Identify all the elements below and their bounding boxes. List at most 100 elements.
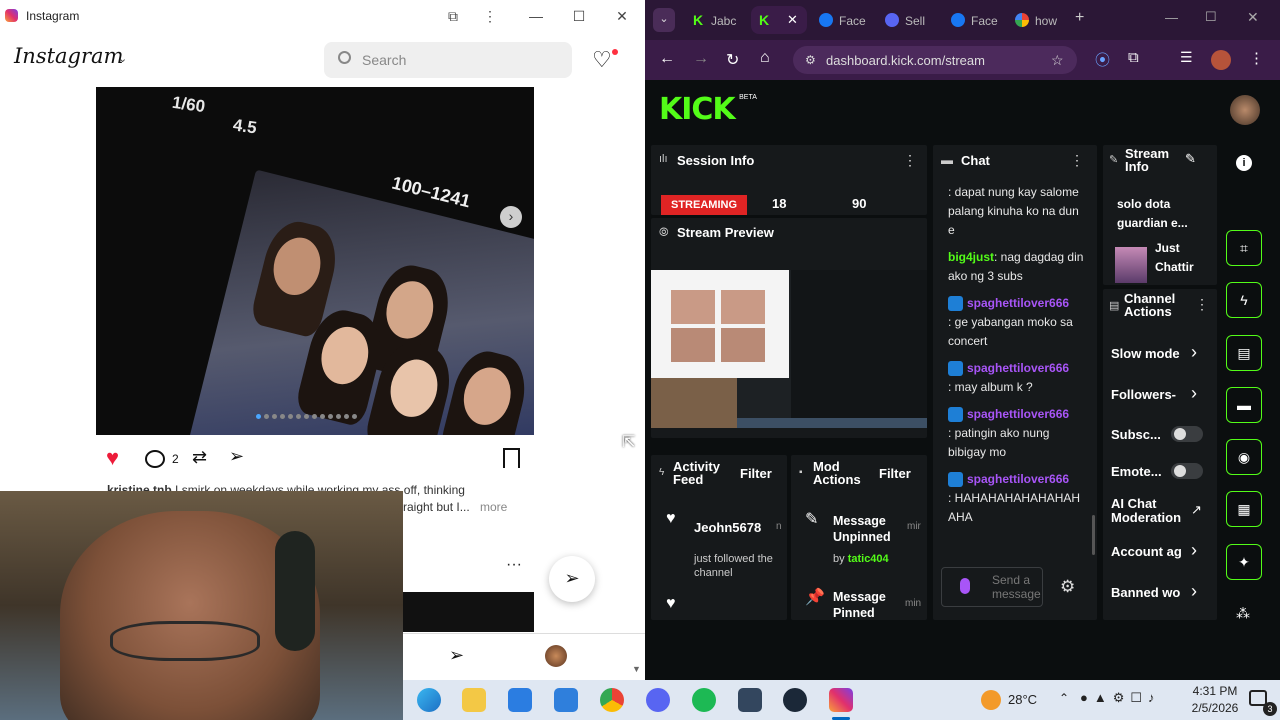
panel-menu-icon[interactable]: ⋮ (1070, 152, 1084, 169)
chat-username[interactable]: spaghettilover666 (967, 361, 1069, 375)
chat-username[interactable]: spaghettilover666 (967, 407, 1069, 421)
store-icon[interactable] (508, 688, 532, 712)
clock-time[interactable]: 4:31 PM (1185, 684, 1245, 698)
chat-input[interactable]: Send a message (941, 567, 1043, 607)
sidebar-quick-actions-button[interactable]: ϟ (1226, 282, 1262, 318)
instagram-app-icon[interactable] (829, 688, 853, 712)
emote-mic-icon[interactable] (960, 578, 970, 594)
kick-logo[interactable]: KICK BETA (659, 92, 757, 127)
messages-fab-button[interactable]: ➢ (549, 556, 595, 602)
weather-icon[interactable] (981, 690, 1001, 710)
instagram-logo[interactable]: Instagram (14, 44, 123, 68)
mod-filter-button[interactable]: Filter (879, 466, 911, 481)
activity-filter-button[interactable]: Filter (740, 466, 772, 481)
profile-avatar[interactable] (545, 645, 567, 667)
file-explorer-icon[interactable] (462, 688, 486, 712)
like-heart-icon[interactable]: ♥ (106, 445, 119, 471)
slow-mode-action[interactable]: Slow mode (1111, 346, 1180, 361)
new-tab-button[interactable]: + (1075, 9, 1084, 27)
more-options-icon[interactable]: ⋮ (480, 6, 500, 26)
spotify-icon[interactable] (692, 688, 716, 712)
comment-icon[interactable] (145, 450, 165, 468)
chevron-right-icon[interactable]: › (1191, 540, 1197, 561)
chrome-menu-icon[interactable]: ⋮ (1249, 49, 1264, 67)
direct-messages-icon[interactable]: ➢ (449, 645, 464, 666)
close-tab-icon[interactable]: ✕ (787, 12, 798, 28)
post-photo[interactable]: 1/60 4.5 100–1241 › (96, 87, 534, 435)
tab-facebook-1[interactable]: Face (813, 6, 873, 34)
edge-icon[interactable] (417, 688, 441, 712)
info-icon[interactable]: i (1236, 155, 1252, 171)
user-avatar[interactable] (1230, 95, 1260, 125)
sidebar-broadcast-button[interactable]: ◉ (1226, 439, 1262, 475)
profile-avatar[interactable] (1211, 50, 1231, 70)
sidebar-chat-button[interactable]: ▬ (1226, 387, 1262, 423)
extensions-icon[interactable]: ⧉ (443, 6, 463, 26)
tab-google[interactable]: how (1009, 6, 1069, 34)
chat-username[interactable]: big4just (948, 250, 994, 264)
minimize-button[interactable]: — (526, 6, 546, 26)
ai-chat-moderation-action[interactable]: AI Chat Moderation (1111, 497, 1187, 525)
sidebar-scene-button[interactable]: ⌗ (1226, 230, 1262, 266)
scroll-down-arrow-icon[interactable]: ▼ (632, 664, 641, 674)
tab-kick-1[interactable]: K Jabc (685, 6, 745, 34)
media-control-icon[interactable]: ☰ (1180, 49, 1193, 66)
chevron-down-icon[interactable]: ⌄ (118, 52, 127, 65)
more-link[interactable]: more (480, 500, 507, 514)
extensions-puzzle-icon[interactable]: ⧉ (1128, 49, 1139, 66)
subscribers-only-toggle[interactable] (1171, 426, 1203, 442)
show-hidden-icons-icon[interactable]: ⌃ (1059, 691, 1069, 705)
forward-icon[interactable]: → (693, 50, 709, 68)
close-button[interactable]: ✕ (612, 6, 632, 26)
mod-user[interactable]: tatic404 (848, 553, 889, 565)
maximize-button[interactable]: ☐ (1205, 9, 1217, 25)
chat-username[interactable]: spaghettilover666 (967, 296, 1069, 310)
share-send-icon[interactable]: ➢ (229, 446, 244, 467)
back-icon[interactable]: ← (659, 50, 675, 68)
panel-menu-icon[interactable]: ⋮ (1195, 296, 1209, 313)
next-post-thumbnail[interactable] (403, 592, 534, 632)
chrome-icon[interactable] (600, 688, 624, 712)
site-info-icon[interactable]: ⚙ (805, 53, 816, 67)
chevron-right-icon[interactable]: › (1191, 581, 1197, 602)
category-name[interactable]: Just Chattir (1155, 239, 1213, 277)
url-input[interactable]: ⚙ dashboard.kick.com/stream ☆ (793, 46, 1077, 74)
chat-scrollbar[interactable] (1092, 515, 1095, 555)
app-icon[interactable] (554, 688, 578, 712)
account-age-action[interactable]: Account ag (1111, 544, 1182, 559)
panel-menu-icon[interactable]: ⋮ (903, 152, 917, 169)
save-bookmark-icon[interactable] (503, 448, 520, 468)
tab-search-button[interactable]: ⌄ (653, 8, 675, 32)
stream-preview-video[interactable] (651, 270, 927, 428)
activity-user[interactable]: Jeohn5678 (694, 520, 761, 535)
bookmark-star-icon[interactable]: ☆ (1051, 52, 1064, 69)
tray-icons[interactable]: ●▲⚙☐♪ (1080, 690, 1161, 706)
weather-temp[interactable]: 28°C (1008, 692, 1037, 707)
chevron-right-icon[interactable]: › (1191, 383, 1197, 404)
discord-icon[interactable] (646, 688, 670, 712)
tab-sell[interactable]: Sell (879, 6, 935, 34)
sidebar-tools-button[interactable]: ✦ (1226, 544, 1262, 580)
extension-icon[interactable]: ⦿ (1095, 49, 1110, 70)
sidebar-notes-button[interactable]: ▤ (1226, 335, 1262, 371)
tab-facebook-2[interactable]: Face (945, 6, 1001, 34)
emote-only-toggle[interactable] (1171, 463, 1203, 479)
close-button[interactable]: ✕ (1247, 9, 1259, 26)
sidebar-share-icon[interactable]: ⁂ (1236, 605, 1250, 622)
more-options-icon[interactable]: ··· (506, 556, 522, 574)
clock-date[interactable]: 2/5/2026 (1185, 701, 1245, 715)
steam-icon[interactable] (783, 688, 807, 712)
obs-icon[interactable] (738, 688, 762, 712)
search-input[interactable]: Search (324, 42, 572, 78)
maximize-button[interactable]: ☐ (569, 6, 589, 26)
chat-username[interactable]: spaghettilover666 (967, 472, 1069, 486)
sidebar-layout-button[interactable]: ▦ (1226, 491, 1262, 527)
minimize-button[interactable]: — (1165, 10, 1178, 25)
next-photo-button[interactable]: › (500, 206, 522, 228)
heart-notifications-icon[interactable]: ♡ (592, 47, 612, 73)
reload-icon[interactable]: ↻ (726, 50, 739, 70)
repost-icon[interactable]: ⇄ (192, 447, 207, 468)
chevron-right-icon[interactable]: › (1191, 342, 1197, 363)
external-link-icon[interactable]: ↗ (1191, 502, 1202, 518)
chat-settings-gear-icon[interactable]: ⚙ (1060, 577, 1075, 597)
